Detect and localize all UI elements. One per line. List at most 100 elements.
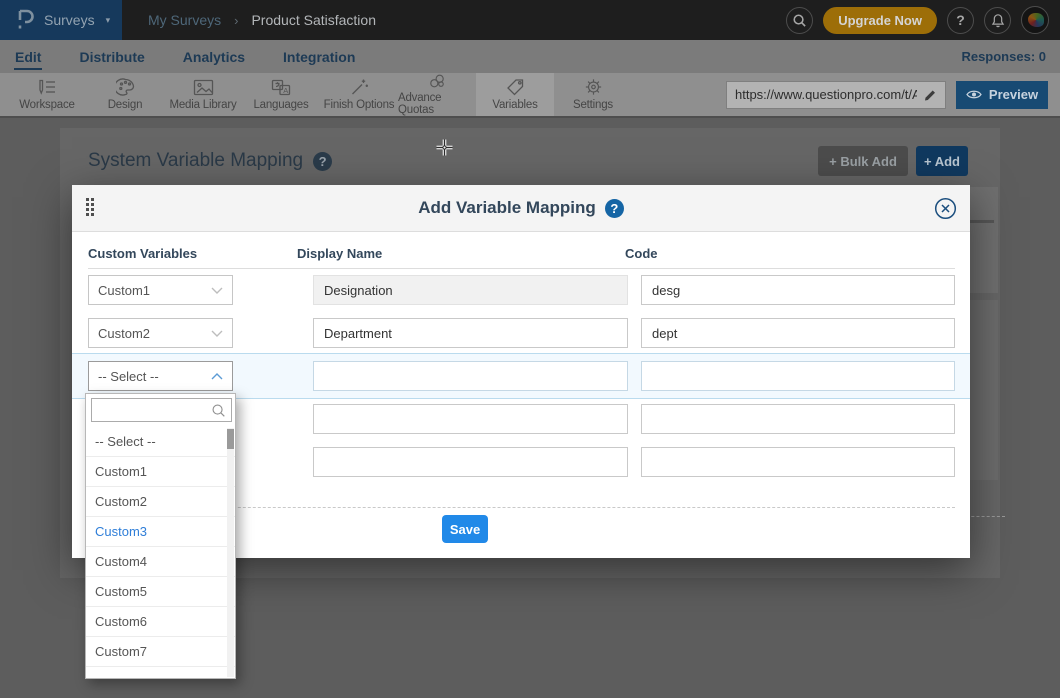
help-button[interactable]: ? [947,7,974,34]
toolbar-item-label: Workspace [19,99,75,111]
upgrade-now-button[interactable]: Upgrade Now [823,7,937,34]
dropdown-option-custom4[interactable]: Custom4 [86,547,235,577]
variable-select-row-3[interactable]: -- Select -- [88,361,233,391]
chevron-up-icon [211,373,223,380]
chain-links-icon [427,73,447,89]
mouse-cursor-crosshair [436,139,453,161]
edit-url-pencil-icon[interactable] [923,88,937,102]
modal-close-button[interactable] [934,197,957,220]
drag-handle-icon[interactable] [86,198,94,216]
display-name-input-row-3[interactable] [313,361,628,391]
chevron-down-icon [211,287,223,294]
add-button[interactable]: + Add [916,146,968,176]
toolbar-item-label: Media Library [169,99,236,111]
column-header-code: Code [625,246,658,261]
preview-button[interactable]: Preview [956,81,1048,109]
column-header-display-name: Display Name [297,246,382,261]
breadcrumb-current: Product Satisfaction [251,12,376,28]
search-button[interactable] [786,7,813,34]
app-window: Surveys ▾ My Surveys › Product Satisfact… [0,0,1060,698]
toolbar-right: Preview [726,73,1060,116]
dropdown-scrollbar-track[interactable] [227,428,234,677]
user-avatar[interactable] [1021,6,1049,34]
breadcrumb-separator: › [234,13,238,28]
display-name-input-row-5[interactable] [313,447,628,477]
dimmed-row-remnant [970,300,998,480]
page-title-text: System Variable Mapping [88,150,303,172]
toolbar-item-languages[interactable]: A Languages [242,73,320,116]
search-icon [792,13,807,28]
dropdown-option-custom7[interactable]: Custom7 [86,637,235,667]
dropdown-option-custom6[interactable]: Custom6 [86,607,235,637]
gear-icon [584,78,603,96]
responses-count: Responses: 0 [961,49,1046,64]
questionpro-logo-icon [15,8,35,32]
page-help-icon[interactable]: ? [313,152,332,171]
variable-select-row-1[interactable]: Custom1 [88,275,233,305]
variable-select-row-2[interactable]: Custom2 [88,318,233,348]
dropdown-option-custom5[interactable]: Custom5 [86,577,235,607]
selected-value: -- Select -- [98,369,159,384]
translate-icon: A [271,79,291,96]
display-name-input-row-2[interactable] [313,318,628,348]
modal-title: Add Variable Mapping [418,198,596,218]
toolbar-item-variables[interactable]: Variables [476,73,554,116]
save-button[interactable]: Save [442,515,488,543]
variable-dropdown-panel: -- Select -- Custom1 Custom2 Custom3 Cus… [85,393,236,679]
display-name-input-row-1[interactable] [313,275,628,305]
toolbar-item-settings[interactable]: Settings [554,73,632,116]
tab-edit[interactable]: Edit [14,44,42,70]
column-header-custom-variables: Custom Variables [88,246,197,261]
page-title: System Variable Mapping ? [88,150,332,172]
toolbar-item-finish-options[interactable]: Finish Options [320,73,398,116]
bulk-add-button[interactable]: + Bulk Add [818,146,908,176]
palette-icon [116,78,135,96]
toolbar-item-label: Finish Options [324,99,395,111]
top-actions: Upgrade Now ? [786,6,1060,34]
dropdown-option-select[interactable]: -- Select -- [86,427,235,457]
dropdown-option-list: -- Select -- Custom1 Custom2 Custom3 Cus… [86,427,235,678]
tag-icon [505,78,525,96]
magic-wand-icon [350,78,369,96]
code-input-row-3[interactable] [641,361,955,391]
tab-analytics[interactable]: Analytics [182,44,246,70]
display-name-input-row-4[interactable] [313,404,628,434]
toolbar-item-design[interactable]: Design [86,73,164,116]
dropdown-option-custom1[interactable]: Custom1 [86,457,235,487]
modal-help-icon[interactable]: ? [605,199,624,218]
question-mark-icon: ? [956,12,965,28]
survey-url-input[interactable] [735,87,917,102]
search-icon [211,403,226,418]
chevron-down-icon: ▾ [106,15,111,26]
code-input-row-5[interactable] [641,447,955,477]
breadcrumb-parent-link[interactable]: My Surveys [148,12,221,28]
notifications-button[interactable] [984,7,1011,34]
dropdown-option-custom2[interactable]: Custom2 [86,487,235,517]
dropdown-option-custom3[interactable]: Custom3 [86,517,235,547]
toolbar-item-label: Variables [492,99,537,111]
tab-integration[interactable]: Integration [282,44,356,70]
modal-header: Add Variable Mapping ? [72,185,970,232]
tab-distribute[interactable]: Distribute [78,44,145,70]
chevron-down-icon [211,330,223,337]
eye-icon [966,89,982,100]
code-input-row-1[interactable] [641,275,955,305]
code-input-row-2[interactable] [641,318,955,348]
workspace-switcher[interactable]: Surveys ▾ [0,0,122,40]
edit-toolbar: Workspace Design Media Library A [0,73,1060,118]
toolbar-item-advance-quotas[interactable]: Advance Quotas [398,73,476,116]
selected-value: Custom2 [98,326,150,341]
image-icon [193,79,214,96]
dropdown-clipped-option [86,667,235,678]
survey-nav: Edit Distribute Analytics Integration Re… [0,40,1060,73]
avatar-image [1028,13,1044,27]
toolbar-item-workspace[interactable]: Workspace [8,73,86,116]
survey-url-box [726,81,946,109]
dropdown-search-input[interactable] [97,403,211,417]
workspace-icon [36,79,58,96]
toolbar-item-label: Languages [253,99,308,111]
toolbar-item-media-library[interactable]: Media Library [164,73,242,116]
code-input-row-4[interactable] [641,404,955,434]
dropdown-scrollbar-thumb[interactable] [227,429,234,449]
dimmed-row-remnant [970,220,994,223]
